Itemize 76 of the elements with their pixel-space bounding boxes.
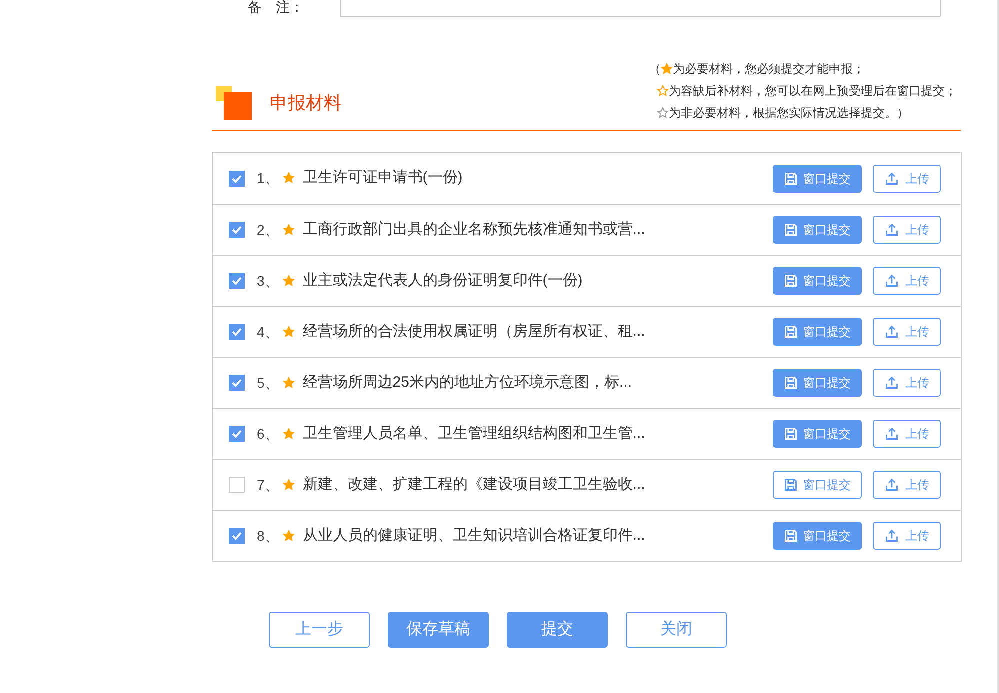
check-icon bbox=[231, 530, 243, 542]
checkbox[interactable] bbox=[229, 222, 245, 238]
upload-button[interactable]: 上传 bbox=[873, 471, 941, 499]
checkbox[interactable] bbox=[229, 477, 245, 493]
legend-note: 为容缺后补材料，您可以在网上预受理后在窗口提交； bbox=[649, 82, 957, 100]
upload-icon bbox=[884, 172, 898, 186]
material-name: 卫生许可证申请书(一份) bbox=[302, 168, 463, 188]
item-number: 8、 bbox=[257, 526, 279, 546]
filled-star-icon bbox=[661, 63, 673, 75]
checkbox[interactable] bbox=[229, 324, 245, 340]
filled-star-icon bbox=[282, 274, 295, 287]
upload-icon bbox=[884, 478, 898, 492]
outline-star-icon bbox=[657, 107, 669, 119]
item-number: 1、 bbox=[257, 169, 279, 188]
legend-note: （ 为必要材料，您必须提交才能申报； bbox=[649, 61, 866, 78]
upload-icon bbox=[884, 529, 898, 543]
section-squares-icon bbox=[216, 86, 252, 120]
check-icon bbox=[231, 377, 243, 389]
window-submit-button[interactable]: 窗口提交 bbox=[773, 164, 862, 192]
window-submit-button[interactable]: 窗口提交 bbox=[773, 318, 862, 346]
material-name: 工商行政部门出具的企业名称预先核准通知书或营... bbox=[302, 220, 646, 240]
upload-button[interactable]: 上传 bbox=[873, 420, 941, 448]
item-number: 2、 bbox=[257, 220, 279, 240]
item-number: 3、 bbox=[257, 272, 279, 290]
action-button[interactable]: 关闭 bbox=[626, 612, 727, 648]
window-submit-button[interactable]: 窗口提交 bbox=[773, 420, 862, 448]
checkbox[interactable] bbox=[229, 528, 245, 544]
action-button[interactable]: 上一步 bbox=[269, 612, 370, 648]
material-name: 经营场所周边25米内的地址方位环境示意图，标... bbox=[302, 372, 632, 393]
window-submit-button[interactable]: 窗口提交 bbox=[773, 471, 862, 499]
upload-icon bbox=[884, 427, 898, 441]
check-icon bbox=[231, 224, 243, 236]
material-name: 业主或法定代表人的身份证明复印件(一份) bbox=[302, 270, 583, 291]
check-icon bbox=[231, 326, 243, 338]
section-title: 申报材料 bbox=[270, 92, 342, 114]
upload-icon bbox=[884, 325, 898, 339]
action-button[interactable]: 保存草稿 bbox=[388, 612, 489, 648]
window-submit-button[interactable]: 窗口提交 bbox=[773, 216, 862, 244]
filled-star-icon bbox=[282, 478, 295, 491]
checkbox[interactable] bbox=[229, 375, 245, 391]
legend-note: 为非必要材料，根据您实际情况选择提交。） bbox=[649, 104, 957, 122]
upload-button[interactable]: 上传 bbox=[873, 164, 941, 192]
item-number: 6、 bbox=[257, 424, 279, 444]
filled-star-icon bbox=[282, 530, 295, 542]
material-name: 新建、改建、扩建工程的《建设项目竣工卫生验收... bbox=[302, 474, 646, 495]
upload-icon bbox=[884, 274, 898, 288]
material-name: 卫生管理人员名单、卫生管理组织结构图和卫生管... bbox=[302, 424, 646, 444]
filled-star-icon bbox=[282, 224, 295, 236]
item-number: 7、 bbox=[257, 476, 279, 494]
filled-star-icon bbox=[282, 172, 295, 184]
upload-icon bbox=[884, 376, 898, 390]
filled-star-icon bbox=[282, 326, 295, 338]
item-number: 5、 bbox=[257, 374, 279, 392]
checkbox[interactable] bbox=[229, 170, 245, 186]
window-submit-button[interactable]: 窗口提交 bbox=[773, 267, 862, 295]
upload-icon bbox=[884, 223, 898, 237]
remarks-label: 备 注： bbox=[248, 0, 305, 15]
upload-button[interactable]: 上传 bbox=[873, 522, 941, 550]
upload-button[interactable]: 上传 bbox=[873, 267, 941, 295]
check-icon bbox=[231, 172, 243, 184]
filled-star-icon bbox=[282, 428, 295, 440]
outline-star-icon bbox=[657, 85, 669, 97]
checkbox[interactable] bbox=[229, 426, 245, 442]
window-submit-button[interactable]: 窗口提交 bbox=[773, 522, 862, 550]
checkbox[interactable] bbox=[229, 273, 245, 289]
filled-star-icon bbox=[282, 376, 295, 389]
upload-button[interactable]: 上传 bbox=[873, 318, 941, 346]
upload-button[interactable]: 上传 bbox=[873, 369, 941, 397]
material-name: 经营场所的合法使用权属证明（房屋所有权证、租... bbox=[302, 322, 646, 342]
item-number: 4、 bbox=[257, 322, 279, 342]
material-name: 从业人员的健康证明、卫生知识培训合格证复印件... bbox=[302, 526, 646, 546]
check-icon bbox=[231, 275, 243, 287]
action-button[interactable]: 提交 bbox=[507, 612, 608, 648]
check-icon bbox=[231, 428, 243, 440]
upload-button[interactable]: 上传 bbox=[873, 216, 941, 244]
window-submit-button[interactable]: 窗口提交 bbox=[773, 369, 862, 397]
